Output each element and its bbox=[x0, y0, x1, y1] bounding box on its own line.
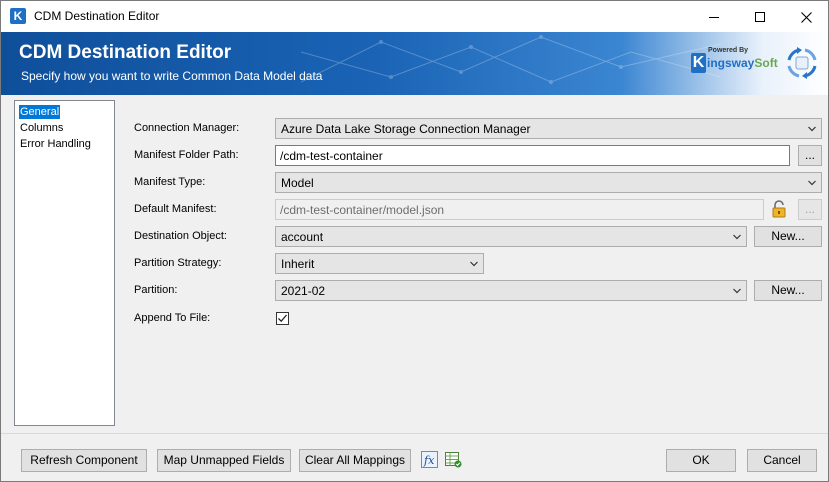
browse-folder-button[interactable]: ... bbox=[798, 145, 822, 166]
lock-icon[interactable] bbox=[771, 200, 787, 218]
map-unmapped-fields-button[interactable]: Map Unmapped Fields bbox=[157, 449, 291, 472]
nav-item-general[interactable]: General bbox=[19, 105, 61, 119]
chevron-down-icon bbox=[808, 180, 816, 186]
connection-manager-value: Azure Data Lake Storage Connection Manag… bbox=[281, 122, 531, 136]
partition-strategy-value: Inherit bbox=[281, 257, 315, 271]
append-to-file-checkbox[interactable] bbox=[276, 312, 289, 325]
chevron-down-icon bbox=[470, 261, 478, 267]
nav-item-columns[interactable]: Columns bbox=[19, 121, 64, 135]
maximize-button[interactable] bbox=[737, 1, 783, 32]
destination-object-label: Destination Object: bbox=[134, 230, 227, 242]
destination-object-value: account bbox=[281, 230, 324, 244]
sync-arrows-icon bbox=[787, 47, 817, 79]
partition-strategy-select[interactable]: Inherit bbox=[275, 253, 484, 274]
refresh-component-button[interactable]: Refresh Component bbox=[21, 449, 147, 472]
chevron-down-icon bbox=[733, 288, 741, 294]
nav-item-error-handling[interactable]: Error Handling bbox=[19, 137, 92, 151]
window-title: CDM Destination Editor bbox=[34, 9, 160, 23]
default-manifest-value: /cdm-test-container/model.json bbox=[280, 203, 445, 217]
ok-button[interactable]: OK bbox=[666, 449, 736, 472]
manifest-type-label: Manifest Type: bbox=[134, 176, 206, 188]
partition-label: Partition: bbox=[134, 284, 178, 296]
kingswaysoft-app-icon: K bbox=[10, 8, 26, 24]
svg-text:fx: fx bbox=[423, 454, 435, 467]
connection-manager-select[interactable]: Azure Data Lake Storage Connection Manag… bbox=[275, 118, 822, 139]
manifest-folder-path-value: /cdm-test-container bbox=[280, 149, 383, 163]
browse-manifest-button: ... bbox=[798, 199, 822, 220]
new-partition-button[interactable]: New... bbox=[754, 280, 822, 301]
destination-object-select[interactable]: account bbox=[275, 226, 747, 247]
chevron-down-icon bbox=[733, 234, 741, 240]
brand-name-main: ingsway bbox=[707, 56, 755, 70]
chevron-down-icon bbox=[808, 126, 816, 132]
page-list: General Columns Error Handling bbox=[14, 100, 115, 426]
header-banner: CDM Destination Editor Specify how you w… bbox=[1, 32, 828, 95]
banner-title: CDM Destination Editor bbox=[19, 42, 232, 63]
append-to-file-label: Append To File: bbox=[134, 312, 211, 324]
function-fx-icon[interactable]: fx bbox=[421, 451, 438, 468]
default-manifest-input: /cdm-test-container/model.json bbox=[275, 199, 764, 220]
connection-manager-label: Connection Manager: bbox=[134, 122, 240, 134]
checkmark-icon bbox=[278, 314, 287, 323]
close-button[interactable] bbox=[783, 1, 828, 32]
footer-separator bbox=[1, 433, 828, 434]
manifest-type-select[interactable]: Model bbox=[275, 172, 822, 193]
manifest-type-value: Model bbox=[281, 176, 314, 190]
default-manifest-label: Default Manifest: bbox=[134, 203, 217, 215]
clear-all-mappings-button[interactable]: Clear All Mappings bbox=[299, 449, 411, 472]
brand-powered-by: Powered By bbox=[708, 47, 749, 54]
close-icon bbox=[800, 11, 812, 23]
new-destination-object-button[interactable]: New... bbox=[754, 226, 822, 247]
manifest-folder-path-input[interactable]: /cdm-test-container bbox=[275, 145, 790, 166]
grid-settings-icon[interactable] bbox=[445, 451, 462, 468]
title-bar: K CDM Destination Editor bbox=[1, 1, 828, 32]
brand-k-icon: K bbox=[691, 53, 706, 73]
maximize-icon bbox=[755, 12, 765, 23]
dialog-window: K CDM Destination Editor CDM Destination… bbox=[0, 0, 829, 482]
banner-pattern bbox=[301, 35, 721, 84]
partition-select[interactable]: 2021-02 bbox=[275, 280, 747, 301]
brand-name-soft: Soft bbox=[754, 56, 778, 70]
manifest-folder-path-label: Manifest Folder Path: bbox=[134, 149, 239, 161]
kingswaysoft-logo: Powered By K ingswaySoft bbox=[691, 47, 778, 83]
cancel-button[interactable]: Cancel bbox=[747, 449, 817, 472]
brand-name: ingswaySoft bbox=[707, 56, 778, 70]
minimize-icon bbox=[709, 16, 719, 18]
partition-value: 2021-02 bbox=[281, 284, 326, 298]
minimize-button[interactable] bbox=[691, 1, 737, 32]
banner-subtitle: Specify how you want to write Common Dat… bbox=[21, 69, 323, 83]
partition-strategy-label: Partition Strategy: bbox=[134, 257, 222, 269]
